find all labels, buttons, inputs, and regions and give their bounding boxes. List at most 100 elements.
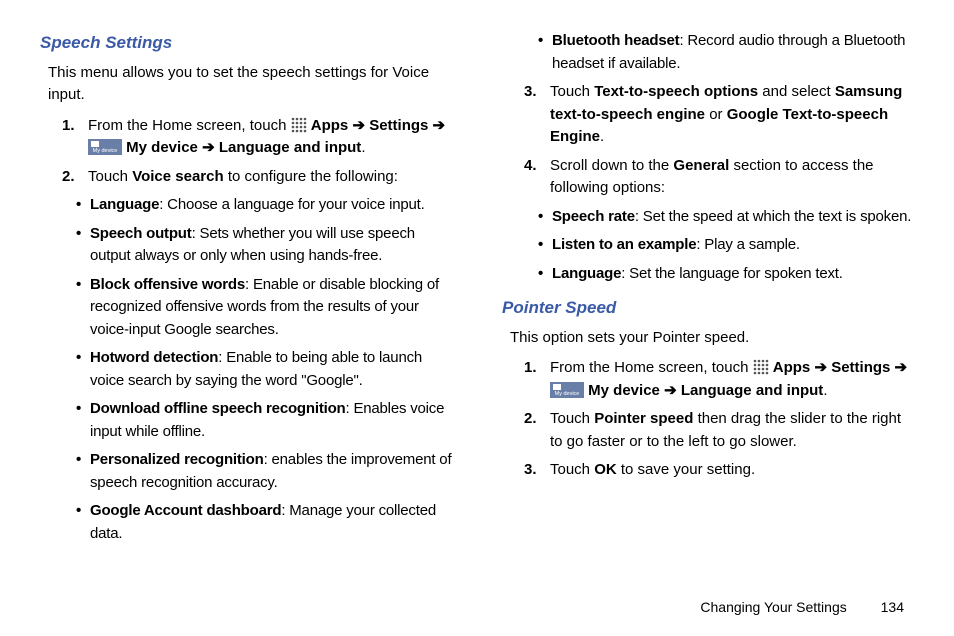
bullet-marker: •: [76, 449, 90, 494]
arrow-icon: ➔: [352, 117, 365, 134]
arrow-icon: ➔: [895, 359, 908, 376]
speech-settings-heading: Speech Settings: [40, 30, 452, 56]
bullet-body: Download offline speech recognition: Ena…: [90, 398, 452, 443]
bullet-title: Download offline speech recognition: [90, 400, 346, 417]
step-number: 4.: [524, 155, 550, 200]
bullet-body: Google Account dashboard: Manage your co…: [90, 500, 452, 545]
ps-step-2: 2. Touch Pointer speed then drag the sli…: [502, 408, 914, 453]
text: Touch: [550, 461, 594, 478]
bullet-title: Personalized recognition: [90, 451, 264, 468]
text: From the Home screen, touch: [550, 359, 753, 376]
step-number: 2.: [524, 408, 550, 453]
step-body: From the Home screen, touch Apps ➔ Setti…: [88, 115, 452, 160]
text: From the Home screen, touch: [88, 117, 291, 134]
period: .: [600, 128, 604, 145]
step-number: 3.: [524, 459, 550, 482]
right-column: • Bluetooth headset: Record audio throug…: [502, 30, 914, 590]
bullet-marker: •: [76, 398, 90, 443]
bullet-marker: •: [538, 234, 552, 257]
bullet-marker: •: [76, 347, 90, 392]
ps-step-1: 1. From the Home screen, touch Apps ➔ Se…: [502, 357, 914, 402]
bullet-body: Block offensive words: Enable or disable…: [90, 274, 452, 342]
bullet-title: Listen to an example: [552, 236, 696, 253]
ps-step-3: 3. Touch OK to save your setting.: [502, 459, 914, 482]
apps-grid-icon: [291, 117, 307, 133]
bullet-title: Google Account dashboard: [90, 502, 281, 519]
text: Touch: [88, 168, 132, 185]
bullet-title: Block offensive words: [90, 276, 245, 293]
bullet-body: Listen to an example: Play a sample.: [552, 234, 914, 257]
step-body: Touch Text-to-speech options and select …: [550, 81, 914, 149]
bullet-bluetooth: • Bluetooth headset: Record audio throug…: [502, 30, 914, 75]
step-number: 2.: [62, 166, 88, 189]
ok-label: OK: [594, 461, 617, 478]
bullet-marker: •: [538, 30, 552, 75]
bullet-marker: •: [76, 274, 90, 342]
left-column: Speech Settings This menu allows you to …: [40, 30, 452, 590]
arrow-icon: ➔: [202, 139, 215, 156]
bullet-title: Hotword detection: [90, 349, 218, 366]
bullet-title: Language: [90, 196, 159, 213]
bullet-google-dashboard: • Google Account dashboard: Manage your …: [40, 500, 452, 545]
bullet-desc: : Set the speed at which the text is spo…: [635, 208, 911, 225]
bullet-title: Speech rate: [552, 208, 635, 225]
bullet-marker: •: [76, 223, 90, 268]
text: and select: [758, 83, 835, 100]
arrow-icon: ➔: [814, 359, 827, 376]
bullet-body: Speech rate: Set the speed at which the …: [552, 206, 914, 229]
page-footer: Changing Your Settings 134: [700, 597, 904, 618]
langinput-label: Language and input: [219, 139, 362, 156]
apps-label: Apps: [773, 359, 811, 376]
mydevice-label: My device: [126, 139, 198, 156]
settings-label: Settings: [831, 359, 890, 376]
bullet-hotword: • Hotword detection: Enable to being abl…: [40, 347, 452, 392]
bullet-speech-rate: • Speech rate: Set the speed at which th…: [502, 206, 914, 229]
bullet-desc: : Play a sample.: [696, 236, 800, 253]
bullet-download-offline: • Download offline speech recognition: E…: [40, 398, 452, 443]
tts-options-label: Text-to-speech options: [594, 83, 758, 100]
pointer-speed-label: Pointer speed: [594, 410, 693, 427]
bullet-block-offensive: • Block offensive words: Enable or disab…: [40, 274, 452, 342]
bullet-body: Language: Set the language for spoken te…: [552, 263, 914, 286]
apps-grid-icon: [753, 359, 769, 375]
step-1: 1. From the Home screen, touch Apps ➔ Se…: [40, 115, 452, 160]
bullet-body: Speech output: Sets whether you will use…: [90, 223, 452, 268]
step-body: Touch OK to save your setting.: [550, 459, 914, 482]
bullet-desc: : Set the language for spoken text.: [621, 265, 843, 282]
text: or: [705, 106, 727, 123]
pointer-speed-intro: This option sets your Pointer speed.: [502, 327, 914, 350]
bullet-body: Bluetooth headset: Record audio through …: [552, 30, 914, 75]
step-body: Scroll down to the General section to ac…: [550, 155, 914, 200]
bullet-marker: •: [76, 500, 90, 545]
step-body: Touch Voice search to configure the foll…: [88, 166, 452, 189]
bullet-language: • Language: Choose a language for your v…: [40, 194, 452, 217]
settings-label: Settings: [369, 117, 428, 134]
footer-section: Changing Your Settings: [700, 599, 846, 615]
bullet-speech-output: • Speech output: Sets whether you will u…: [40, 223, 452, 268]
text: to save your setting.: [617, 461, 755, 478]
bullet-title: Speech output: [90, 225, 192, 242]
bullet-language-2: • Language: Set the language for spoken …: [502, 263, 914, 286]
step-4: 4. Scroll down to the General section to…: [502, 155, 914, 200]
step-body: From the Home screen, touch Apps ➔ Setti…: [550, 357, 914, 402]
text: Scroll down to the: [550, 157, 673, 174]
bullet-listen-example: • Listen to an example: Play a sample.: [502, 234, 914, 257]
pointer-speed-heading: Pointer Speed: [502, 295, 914, 321]
my-device-icon: My device: [88, 139, 122, 155]
mydevice-label: My device: [588, 382, 660, 399]
apps-label: Apps: [311, 117, 349, 134]
bullet-personalized: • Personalized recognition: enables the …: [40, 449, 452, 494]
my-device-icon: My device: [550, 382, 584, 398]
bullet-body: Personalized recognition: enables the im…: [90, 449, 452, 494]
bullet-marker: •: [76, 194, 90, 217]
period: .: [823, 382, 827, 399]
text: to configure the following:: [224, 168, 398, 185]
bullet-marker: •: [538, 206, 552, 229]
step-body: Touch Pointer speed then drag the slider…: [550, 408, 914, 453]
arrow-icon: ➔: [433, 117, 446, 134]
bullet-body: Language: Choose a language for your voi…: [90, 194, 452, 217]
step-number: 1.: [524, 357, 550, 402]
bullet-marker: •: [538, 263, 552, 286]
bullet-desc: : Choose a language for your voice input…: [159, 196, 424, 213]
text: Touch: [550, 83, 594, 100]
